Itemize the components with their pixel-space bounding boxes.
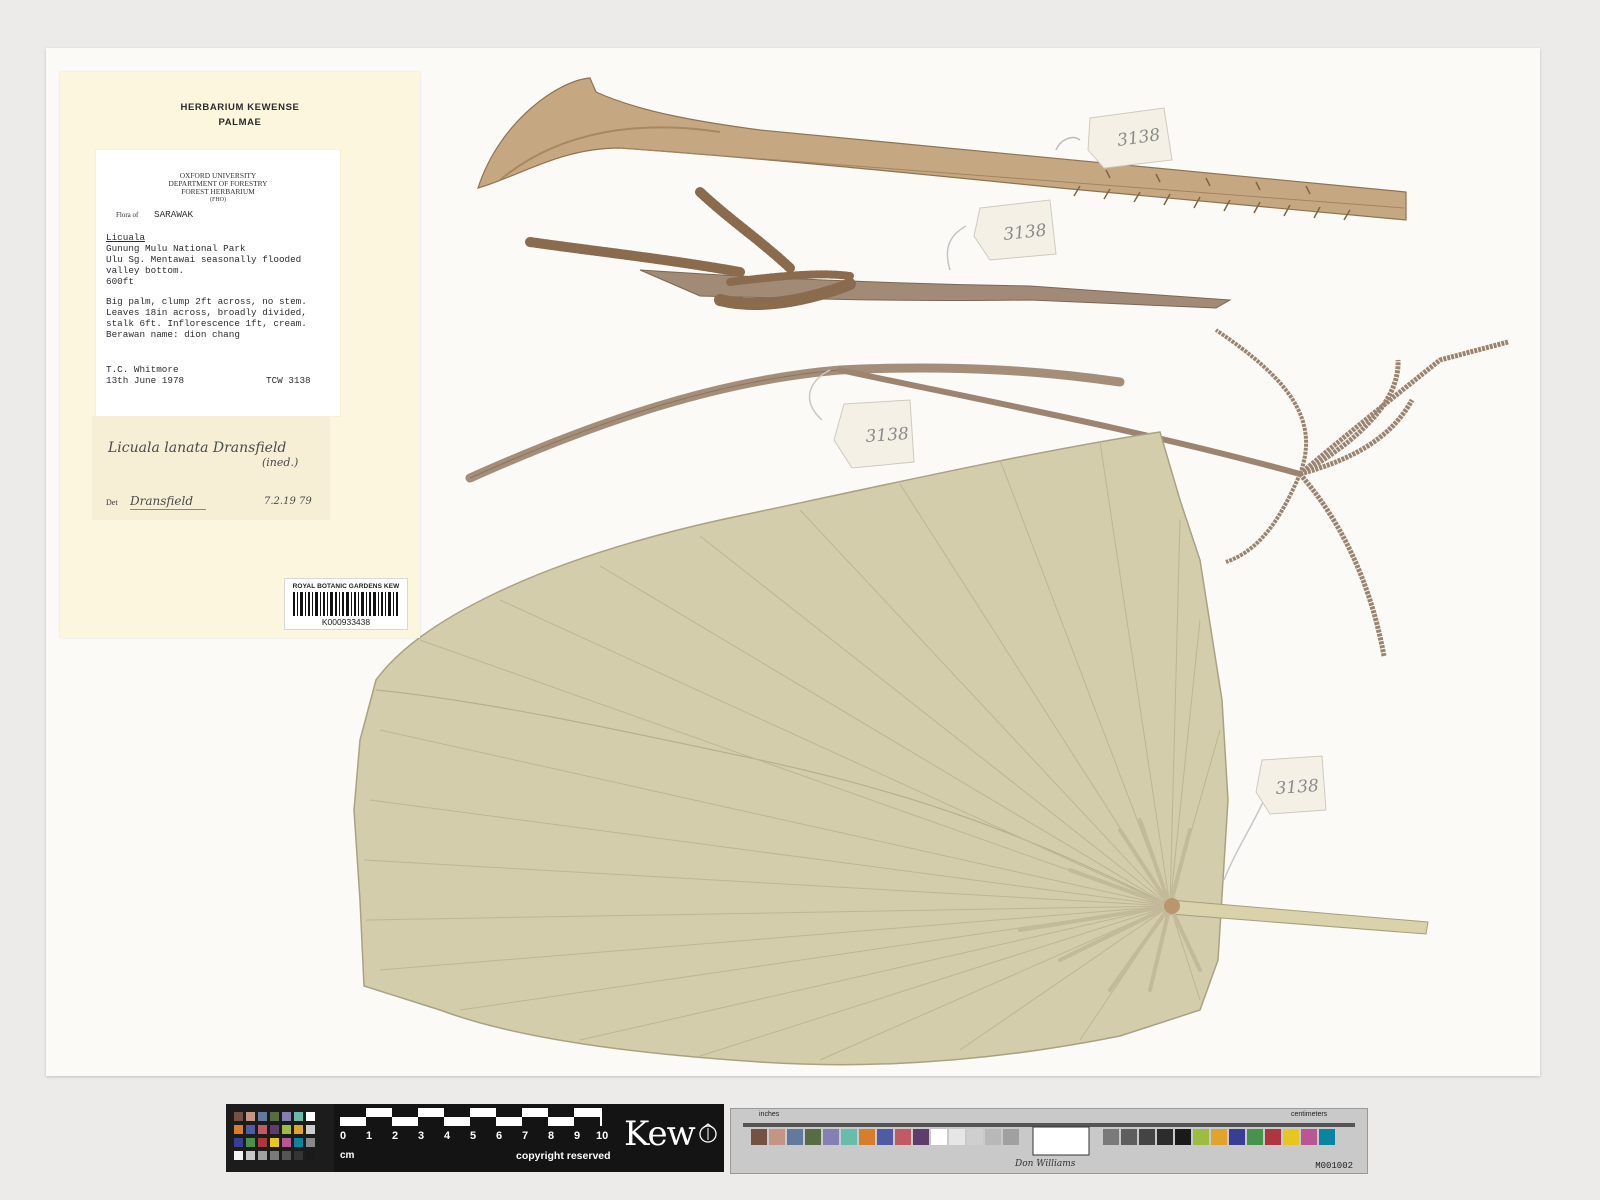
color-checker-card [226,1104,334,1172]
ruler-digit-4: 4 [444,1130,451,1142]
palm-leaf [353,431,1429,1066]
note-line-1: Big palm, clump 2ft across, no stem. [106,296,307,307]
collector-name: T.C. Whitmore [106,364,179,375]
oxford-heading-4: (FHO) [210,197,226,203]
ruler-digit-0: 0 [340,1130,347,1142]
specimen-tag-2: 3138 [946,199,1057,271]
note-line-3: stalk 6ft. Inflorescence 1ft, cream. [106,318,307,329]
ruler-digit-9: 9 [574,1130,581,1142]
ruler-digit-2: 2 [392,1130,399,1142]
barcode-institution: ROYAL BOTANIC GARDENS KEW [292,583,400,590]
kew-logo: Kew [624,1114,696,1154]
inflorescence-stalk-2 [525,187,1232,310]
locality-line-2: Ulu Sg. Mentawai seasonally flooded [106,254,302,265]
target-card-code: M001002 [1315,1161,1353,1171]
region-value: SARAWAK [154,209,194,220]
locality-line-1: Gunung Mulu National Park [106,243,246,254]
kew-logo-panel: Kew [616,1104,724,1172]
barcode-number: K000933438 [321,617,371,627]
flora-of-label: Flora of [116,211,139,219]
target-inches-label: inches [759,1111,780,1118]
ruler-digit-7: 7 [522,1130,529,1142]
det-by-underline [130,509,206,510]
ruler-digit-1: 1 [366,1130,373,1142]
ruler-digit-8: 8 [548,1130,555,1142]
det-by: Dransfield [130,494,194,508]
collection-number: TCW 3138 [266,375,311,386]
ruler-digit-6: 6 [496,1130,503,1142]
tag-4-number: 3138 [1275,776,1320,799]
locality-line-3: valley bottom. [106,265,185,276]
kew-label-line2: PALMAE [218,117,262,128]
ruler-digit-5: 5 [470,1130,477,1142]
det-date: 7.2.19 79 [264,496,312,507]
color-target-card: inches centimeters Don Williams M001002 [730,1108,1368,1174]
ruler-digit-10: 10 [596,1130,609,1142]
det-prefix: Det [106,498,118,507]
specimen-tag-1: 3138 [1055,107,1173,169]
target-centimeters-label: centimeters [1291,1111,1328,1118]
altitude-value: 600ft [106,276,134,287]
determination-slip: Licuala lanata Dransfield (ined.) Det Dr… [92,416,330,520]
note-line-4: Berawan name: dion chang [106,329,240,340]
genus-value: Licuala [106,232,146,243]
royal-crest-icon [699,1123,717,1143]
barcode-label: ROYAL BOTANIC GARDENS KEW K000933438 [284,578,408,630]
note-line-2: Leaves 18in across, broadly divided, [106,307,307,318]
tag-3-number: 3138 [865,424,910,447]
ruler-digit-3: 3 [418,1130,425,1142]
ined-note: (ined.) [262,456,299,469]
determined-name: Licuala lanata Dransfield [108,440,287,456]
collection-date: 13th June 1978 [106,375,185,386]
barcode-bars [293,592,398,616]
kew-label-line1: HERBARIUM KEWENSE [180,102,300,113]
copyright-notice: copyright reserved [516,1150,611,1162]
target-swatch-row [743,1123,1355,1156]
oxford-heading-3: FOREST HERBARIUM [181,187,255,196]
collection-label: OXFORD UNIVERSITY DEPARTMENT OF FORESTRY… [96,150,340,416]
color-checker-swatches [234,1112,315,1160]
target-signature: Don Williams [1015,1159,1076,1169]
petiole-stalk [477,77,1407,221]
ruler-unit: cm [340,1150,355,1161]
specimen-tag-4: 3138 [1223,755,1327,881]
